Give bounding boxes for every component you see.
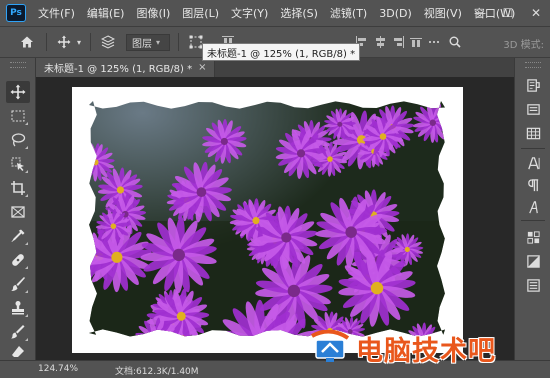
clone-stamp-tool-button[interactable] bbox=[6, 297, 30, 319]
rectangular-marquee-icon bbox=[11, 110, 25, 122]
menu-filter[interactable]: 滤镜(T) bbox=[324, 5, 373, 21]
more-options-icon[interactable] bbox=[428, 36, 440, 48]
panel-grip[interactable] bbox=[10, 62, 26, 68]
lasso-icon bbox=[11, 133, 26, 147]
close-icon[interactable]: × bbox=[198, 62, 206, 73]
document-tab-title: 未标题-1 @ 125% (1, RGB/8) * bbox=[44, 64, 193, 75]
move-icon bbox=[10, 84, 26, 100]
layers-panel-icon[interactable] bbox=[524, 276, 542, 294]
zoom-level[interactable]: 124.74% bbox=[38, 364, 78, 374]
3d-mode-label: 3D 模式: bbox=[503, 40, 544, 51]
character-panel-icon[interactable] bbox=[524, 154, 542, 172]
history-brush-tool-button[interactable] bbox=[6, 321, 30, 343]
swatches-panel-icon[interactable] bbox=[524, 124, 542, 142]
panel-dock bbox=[514, 58, 550, 360]
document-tooltip: 未标题-1 @ 125% (1, RGB/8) * bbox=[202, 43, 361, 61]
marquee-tool-button[interactable] bbox=[6, 105, 30, 127]
panel-grip[interactable] bbox=[525, 62, 541, 68]
crop-tool-button[interactable] bbox=[6, 177, 30, 199]
history-brush-icon bbox=[11, 325, 25, 339]
adjustments-panel-icon[interactable] bbox=[524, 252, 542, 270]
close-button[interactable]: ✕ bbox=[522, 6, 550, 20]
menu-file[interactable]: 文件(F) bbox=[32, 5, 81, 21]
menu-3d[interactable]: 3D(D) bbox=[373, 7, 418, 20]
chevron-down-icon: ▾ bbox=[156, 38, 161, 47]
chevron-right-icon[interactable]: › bbox=[195, 364, 199, 374]
auto-select-layers-icon[interactable] bbox=[98, 32, 118, 52]
watermark: 电脑技术吧 bbox=[308, 328, 496, 368]
libraries-panel-icon[interactable] bbox=[524, 228, 542, 246]
object-selection-icon bbox=[11, 157, 24, 171]
auto-select-target-label: 图层 bbox=[132, 39, 152, 50]
brush-tool-button[interactable] bbox=[6, 273, 30, 295]
flower-photo-image bbox=[89, 101, 445, 337]
document-info: 文档:612.3K/1.40M bbox=[115, 367, 199, 377]
menu-edit[interactable]: 编辑(E) bbox=[81, 5, 131, 21]
menu-view[interactable]: 视图(V) bbox=[418, 5, 468, 21]
crop-icon bbox=[11, 181, 25, 195]
minimize-button[interactable]: — bbox=[466, 6, 494, 20]
properties-panel-icon[interactable] bbox=[524, 100, 542, 118]
home-icon[interactable] bbox=[16, 32, 38, 52]
distribute-center-icon[interactable] bbox=[374, 36, 386, 48]
menu-bar: Ps 文件(F) 编辑(E) 图像(I) 图层(L) 文字(Y) 选择(S) 滤… bbox=[0, 0, 550, 26]
document-canvas[interactable] bbox=[72, 87, 463, 353]
menu-select[interactable]: 选择(S) bbox=[274, 5, 324, 21]
computer-logo-icon bbox=[311, 330, 350, 362]
move-tool-icon[interactable] bbox=[54, 32, 74, 52]
bandage-icon bbox=[12, 254, 24, 266]
canvas-area[interactable] bbox=[36, 77, 514, 360]
chevron-down-icon[interactable]: ▾ bbox=[74, 32, 84, 52]
maximize-button[interactable]: ☐ bbox=[494, 6, 522, 20]
photoshop-logo-icon: Ps bbox=[6, 4, 26, 22]
menu-layer[interactable]: 图层(L) bbox=[176, 5, 225, 21]
menu-image[interactable]: 图像(I) bbox=[130, 5, 176, 21]
frame-tool-button[interactable] bbox=[6, 201, 30, 223]
document-tab[interactable]: 未标题-1 @ 125% (1, RGB/8) * × bbox=[36, 58, 216, 77]
eyedropper-icon bbox=[11, 229, 25, 242]
healing-brush-tool-button[interactable] bbox=[6, 249, 30, 271]
eyedropper-tool-button[interactable] bbox=[6, 225, 30, 247]
tools-panel bbox=[0, 58, 36, 360]
glyphs-panel-icon[interactable] bbox=[524, 198, 542, 216]
eraser-icon bbox=[12, 346, 24, 357]
brush-icon bbox=[11, 277, 25, 291]
quick-selection-tool-button[interactable] bbox=[6, 153, 30, 175]
lasso-tool-button[interactable] bbox=[6, 129, 30, 151]
search-icon[interactable] bbox=[446, 32, 464, 52]
auto-select-target-dropdown[interactable]: 图层 ▾ bbox=[126, 34, 170, 51]
menu-type[interactable]: 文字(Y) bbox=[225, 5, 274, 21]
window-controls: — ☐ ✕ bbox=[466, 0, 550, 26]
watermark-text: 电脑技术吧 bbox=[356, 335, 496, 367]
paragraph-panel-icon[interactable] bbox=[524, 176, 542, 194]
distribute-right-icon[interactable] bbox=[392, 36, 404, 48]
history-panel-icon[interactable] bbox=[524, 76, 542, 94]
stamp-icon bbox=[12, 301, 24, 315]
distribute-horizontal-icon[interactable] bbox=[410, 36, 422, 48]
eraser-tool-button[interactable] bbox=[6, 345, 30, 359]
move-tool-button[interactable] bbox=[6, 81, 30, 103]
frame-icon bbox=[11, 206, 25, 218]
